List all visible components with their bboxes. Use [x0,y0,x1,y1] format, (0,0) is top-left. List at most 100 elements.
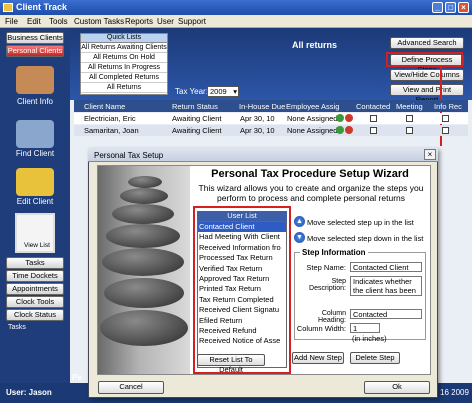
footer-label: Pe [72,373,82,382]
list-item[interactable]: Received Information fro [198,243,286,253]
clock-status-button[interactable]: Clock Status [6,309,64,321]
row-status: Awaiting Client [172,126,222,135]
wizard-heading: Personal Tax Procedure Setup Wizard [211,168,409,180]
quick-list-item[interactable]: All Returns Awaiting Clients [81,43,167,53]
advanced-search-button[interactable]: Advanced Search [390,37,464,49]
find-client-label[interactable]: Find Client [0,149,70,158]
quick-list-item[interactable]: All Returns On Hold [81,53,167,63]
move-down-label: Move selected step down in the list [307,234,424,243]
list-item[interactable]: Efiled Return [198,316,286,326]
user-list-header: User List [197,211,287,221]
appointments-button[interactable]: Appointments [6,283,64,295]
status-flag-icon[interactable] [345,114,353,122]
cancel-button[interactable]: Cancel [98,381,164,394]
list-item[interactable]: Received Notice of Asse [198,336,286,346]
menu-bar: File Edit Tools Custom Tasks Reports Use… [0,15,472,28]
table-row[interactable]: Samaritan, Joan Awaiting Client Apr 30, … [74,125,468,136]
ok-button[interactable]: Ok [364,381,430,394]
col-info-rec[interactable]: Info Rec [434,102,462,111]
list-item[interactable]: Approved Tax Return [198,274,286,284]
quick-list-item[interactable]: All Returns In Progress [81,63,167,73]
dialog-title: Personal Tax Setup [94,151,164,160]
quick-list-item[interactable]: All Completed Returns [81,73,167,83]
wizard-description: This wizard allows you to create and org… [198,183,424,203]
row-client-name: Samaritan, Joan [84,126,139,135]
meeting-checkbox[interactable] [406,115,413,122]
step-desc-input[interactable]: Indicates whether the client has been [350,276,422,296]
edit-client-label[interactable]: Edit Client [0,197,70,206]
add-step-button[interactable]: Add New Step [292,352,344,364]
menu-custom-tasks[interactable]: Custom Tasks [74,17,124,26]
column-heading-label: Column Heading: [317,310,346,324]
arrow-up-icon[interactable]: ▲ [294,216,305,227]
status-flag-icon[interactable] [345,126,353,134]
status-date: 16 2009 [440,388,469,397]
menu-file[interactable]: File [5,17,18,26]
menu-reports[interactable]: Reports [125,17,153,26]
menu-support[interactable]: Support [178,17,206,26]
meeting-checkbox[interactable] [406,127,413,134]
col-client-name[interactable]: Client Name [84,102,125,111]
view-print-report-button[interactable]: View and Print Report [390,84,464,104]
col-meeting[interactable]: Meeting [396,102,423,111]
close-icon[interactable]: × [424,149,436,160]
user-list[interactable]: Contacted Client Had Meeting With Client… [197,221,287,368]
quick-list-item[interactable]: All Returns [81,83,167,93]
info-rec-checkbox[interactable] [442,127,449,134]
list-item[interactable]: Processed Tax Return [198,253,286,263]
col-employee[interactable]: Employee Assig [286,102,339,111]
quick-lists-header: Quick Lists [81,34,167,43]
list-item[interactable]: Contacted Client [198,222,286,233]
tasks-button[interactable]: Tasks [6,257,64,269]
col-contacted[interactable]: Contacted [356,102,390,111]
column-width-input[interactable]: 1 [350,323,380,333]
menu-user[interactable]: User [157,17,174,26]
list-item[interactable]: Verified Tax Return [198,264,286,274]
view-list-label[interactable]: View List [24,242,50,249]
column-width-label: Column Width: [296,324,346,333]
step-desc-label: Step Description: [309,278,346,292]
contacted-checkbox[interactable] [370,127,377,134]
list-item[interactable]: Had Meeting With Client [198,232,286,242]
step-name-input[interactable]: Contacted Client [350,262,422,272]
status-ok-icon[interactable] [336,114,344,122]
tasks-label: Tasks [8,324,26,331]
client-info-label[interactable]: Client Info [0,97,70,106]
time-dockets-button[interactable]: Time Dockets [6,270,64,282]
list-item[interactable]: Printed Tax Return [198,284,286,294]
column-width-unit: (in inches) [352,334,387,343]
column-heading-input[interactable]: Contacted [350,309,422,319]
step-name-label: Step Name: [306,263,346,272]
view-hide-columns-button[interactable]: View/Hide Columns [390,69,464,81]
minimize-icon[interactable]: _ [432,2,443,13]
delete-step-button[interactable]: Delete Step [350,352,400,364]
arrow-down-icon[interactable]: ▼ [294,232,305,243]
menu-tools[interactable]: Tools [49,17,68,26]
tax-year-select[interactable]: 2009 ▾ [207,86,239,97]
window-title: Client Track [16,2,68,12]
reset-list-button[interactable]: Reset List To Default [197,354,265,374]
list-item[interactable]: Received Refund [198,326,286,336]
col-in-house-due[interactable]: In-House Due [239,102,285,111]
contacted-checkbox[interactable] [370,115,377,122]
status-ok-icon[interactable] [336,126,344,134]
pencil-icon[interactable] [16,168,54,196]
magnifier-icon[interactable] [16,120,54,148]
menu-edit[interactable]: Edit [27,17,41,26]
business-clients-button[interactable]: Business Clients [6,32,64,44]
handshake-icon[interactable] [16,66,54,94]
personal-clients-button[interactable]: Personal Clients [6,45,64,57]
app-icon [3,3,13,12]
move-up-label: Move selected step up in the list [307,218,414,227]
list-item[interactable]: Received Client Signatu [198,305,286,315]
table-row[interactable]: Electrician, Eric Awaiting Client Apr 30… [74,113,468,124]
col-return-status[interactable]: Return Status [172,102,218,111]
list-item[interactable]: Tax Return Completed [198,295,286,305]
info-rec-checkbox[interactable] [442,115,449,122]
tax-year-label: Tax Year: [175,87,208,96]
close-icon[interactable]: × [458,2,469,13]
maximize-icon[interactable]: □ [445,2,456,13]
row-due: Apr 30, 10 [240,114,275,123]
table-header: Client Name Return Status In-House Due E… [74,100,468,112]
clock-tools-button[interactable]: Clock Tools [6,296,64,308]
